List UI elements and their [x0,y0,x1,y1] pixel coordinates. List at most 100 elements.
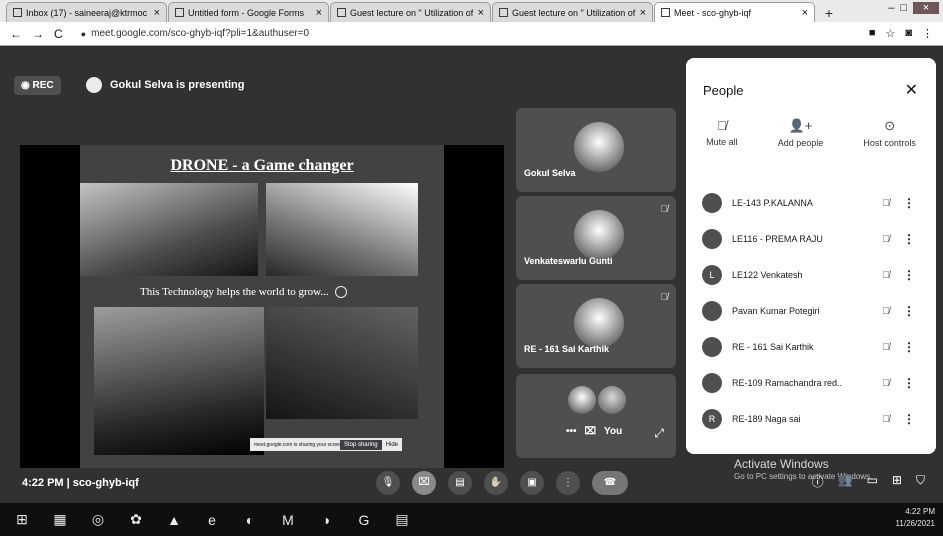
toggle-icon: ⊙ [884,118,896,133]
back-button[interactable]: ← [10,27,22,41]
close-tab-icon[interactable]: × [316,7,322,19]
stop-sharing-button[interactable]: Stop sharing [339,439,382,450]
participant-avatar [574,298,624,348]
present-button[interactable]: ▣ [520,471,544,495]
close-window-icon[interactable]: × [913,2,939,14]
address-bar[interactable]: ● meet.google.com/sco-ghyb-iqf?pli=1&aut… [72,24,859,43]
more-options-icon[interactable]: ⋮ [900,376,918,390]
host-controls-icon[interactable]: ⛉ [916,473,925,490]
system-tray-clock[interactable]: 4:22 PM 11/26/2021 [896,506,935,530]
browser-tab[interactable]: Untitled form - Google Forms × [168,2,329,22]
mic-off-icon[interactable]: 🎙̸ [872,414,900,425]
presenter-banner: Gokul Selva is presenting [86,77,245,93]
app-icon[interactable]: ✿ [126,511,146,528]
close-tab-icon[interactable]: × [802,7,808,19]
app-icon[interactable]: ▤ [392,511,412,528]
mic-off-icon[interactable]: 🎙̸ [872,306,900,317]
media-player-icon[interactable]: ◐ [240,512,260,528]
forms-icon [175,8,184,17]
app-icon[interactable]: ◑ [316,512,336,528]
participant-name: LE116 - PREMA RAJU [732,234,823,244]
more-options-button[interactable]: ⋮ [556,471,580,495]
forward-button[interactable]: → [32,27,44,41]
windows-start-icon[interactable]: ⊞ [12,511,32,528]
info-icon[interactable]: ⓘ [812,473,824,490]
participant-row[interactable]: LE-143 P.KALANNA 🎙̸ ⋮ [686,185,936,221]
participant-row[interactable]: L LE122 Venkatesh 🎙̸ ⋮ [686,257,936,293]
reload-button[interactable]: C [54,27,63,41]
chat-icon[interactable]: ▭ [867,473,878,490]
browser-menu-icon[interactable]: ⋮ [922,27,933,40]
mic-off-icon[interactable]: 🎙̸ [872,198,900,209]
hide-notice-button[interactable]: Hide [382,442,402,448]
close-tab-icon[interactable]: × [154,7,160,19]
window-controls: – □ × [888,2,939,14]
participant-row[interactable]: LE116 - PREMA RAJU 🎙̸ ⋮ [686,221,936,257]
browser-tab-active[interactable]: Meet - sco-ghyb-iqf × [654,2,815,22]
activities-icon[interactable]: ⊞ [892,473,902,490]
browser-tab[interactable]: Guest lecture on " Utilization of × [330,2,491,22]
expand-icon[interactable]: ⤢ [654,426,664,441]
participant-name: LE122 Venkatesh [732,270,803,280]
mic-off-icon: 🎙̸ [716,118,727,133]
add-people-button[interactable]: 👤+ Add people [778,118,824,148]
participant-name: Pavan Kumar Potegiri [732,306,820,316]
participant-row[interactable]: RE - 161 Sai Karthik 🎙̸ ⋮ [686,329,936,365]
bookmark-star-icon[interactable]: ☆ [885,27,895,40]
more-options-icon[interactable]: ⋮ [900,196,918,210]
app-icon[interactable]: M [278,512,298,528]
participant-row[interactable]: RE-109 Ramachandra red.. 🎙̸ ⋮ [686,365,936,401]
meeting-side-controls: ⓘ 👥 ▭ ⊞ ⛉ [812,473,925,490]
camera-indicator-icon[interactable]: ■ [869,27,876,40]
more-options-icon[interactable]: ⋮ [900,232,918,246]
mute-all-label: Mute all [706,137,738,147]
participant-row[interactable]: R RE-189 Naga sai 🎙̸ ⋮ [686,401,936,437]
more-options-icon[interactable]: ⋮ [900,268,918,282]
slide-image-drone-tower [266,183,418,276]
raise-hand-button[interactable]: ✋ [484,471,508,495]
more-options-icon[interactable]: ⋮ [900,340,918,354]
participant-tile[interactable]: 🎙̸ RE - 161 Sai Karthik [516,284,676,368]
microphone-button[interactable]: 🎙 [376,471,400,495]
document-icon [499,8,508,17]
camera-off-button[interactable]: ⌧ [412,471,436,495]
participant-name: RE-109 Ramachandra red.. [732,378,843,388]
mic-off-icon[interactable]: 🎙̸ [872,270,900,281]
file-explorer-icon[interactable]: ▦ [50,511,70,528]
profile-icon[interactable]: ◙ [905,27,912,40]
participant-avatar [702,193,722,213]
host-controls-label: Host controls [863,138,916,148]
minimize-icon[interactable]: – [888,2,894,14]
add-people-label: Add people [777,138,824,148]
participant-tile[interactable]: 🎙̸ Venkateswarlu Gunti [516,196,676,280]
screen: Inbox (17) - saineeraj@ktrmoc × Untitled … [0,0,943,536]
leave-call-button[interactable]: ☎ [592,471,628,495]
camera-off-icon[interactable]: ⌧ [585,426,597,437]
browser-tab[interactable]: Inbox (17) - saineeraj@ktrmoc × [6,2,167,22]
participant-row[interactable]: Pavan Kumar Potegiri 🎙̸ ⋮ [686,293,936,329]
participant-name: Gokul Selva [524,168,576,178]
mic-off-icon[interactable]: 🎙̸ [872,234,900,245]
participant-tile[interactable]: Gokul Selva [516,108,676,192]
more-options-icon[interactable]: ⋮ [900,412,918,426]
self-view-tile[interactable]: ••• ⌧ You ⤢ [516,374,676,458]
edge-icon[interactable]: e [202,512,222,528]
people-icon[interactable]: 👥 [838,473,853,490]
captions-button[interactable]: ▤ [448,471,472,495]
mic-off-icon[interactable]: 🎙̸ [872,342,900,353]
close-panel-icon[interactable]: ✕ [905,80,918,100]
vlc-icon[interactable]: ▲ [164,512,184,528]
mute-all-button[interactable]: 🎙̸ Mute all [706,118,738,148]
close-tab-icon[interactable]: × [640,7,646,19]
host-controls-button[interactable]: ⊙ Host controls [863,118,916,148]
more-options-icon[interactable]: ⋮ [900,304,918,318]
mic-off-icon[interactable]: 🎙̸ [872,378,900,389]
close-tab-icon[interactable]: × [478,7,484,19]
chrome-icon[interactable]: G [354,512,374,528]
chrome-icon[interactable]: ◎ [88,511,108,528]
maximize-icon[interactable]: □ [900,2,907,14]
browser-tab[interactable]: Guest lecture on " Utilization of × [492,2,653,22]
new-tab-button[interactable]: + [820,4,838,22]
more-options-icon[interactable]: ••• [566,426,577,437]
presenting-text: Gokul Selva is presenting [110,79,245,91]
